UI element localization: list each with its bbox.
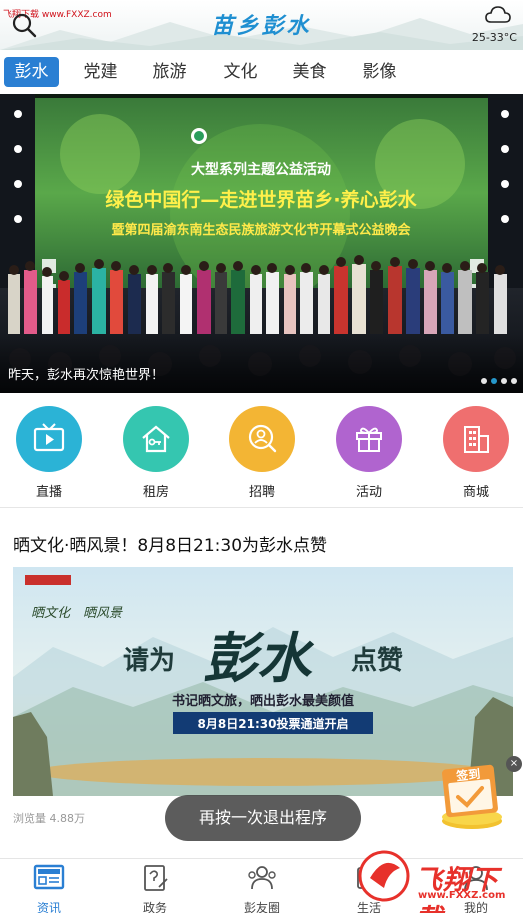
- carousel-dot-active[interactable]: [491, 378, 497, 384]
- image-text-please: 请为: [123, 646, 175, 676]
- exit-toast: 再按一次退出程序: [165, 795, 361, 841]
- section-divider: [0, 507, 523, 508]
- person-search-icon: [229, 406, 295, 472]
- quick-link-label: 活动: [355, 485, 382, 500]
- sign-in-label: 签到: [455, 766, 481, 784]
- carousel-dot[interactable]: [511, 378, 517, 384]
- image-vote-banner: 8月8日21:30投票通道开启: [198, 716, 349, 731]
- tv-icon: [16, 406, 82, 472]
- stage-text-3: 暨第四届渝东南生态民族旅游文化节开幕式公益晚会: [111, 222, 411, 238]
- quick-link-label: 直播: [35, 485, 62, 500]
- quick-links: 直播 租房 招聘 活动 商城: [0, 394, 523, 502]
- carousel-dot[interactable]: [481, 378, 487, 384]
- gift-icon: [336, 406, 402, 472]
- article-title[interactable]: 晒文化·晒风景！8月8日21:30为彭水点赞: [13, 531, 327, 556]
- category-tabs: 彭水 党建 旅游 文化 美食 影像: [0, 50, 523, 92]
- tab-food[interactable]: 美食: [282, 57, 337, 87]
- nav-friends-circle[interactable]: 彭友圈: [227, 863, 297, 913]
- quick-link-live[interactable]: 直播: [4, 406, 94, 500]
- watermark-url: www.FXXZ.com: [418, 890, 506, 901]
- image-text-culture: 晒文化: [31, 605, 72, 621]
- sign-in-calendar-icon[interactable]: 签到: [436, 757, 516, 833]
- nav-news[interactable]: 资讯: [14, 863, 84, 913]
- document-edit-icon: [144, 865, 168, 891]
- nav-label: 资讯: [36, 901, 61, 913]
- stage-text-1: 大型系列主题公益活动: [191, 161, 331, 178]
- quick-link-mall[interactable]: 商城: [431, 406, 521, 500]
- temperature-label: 25-33°C: [471, 31, 517, 44]
- quick-link-jobs[interactable]: 招聘: [217, 406, 307, 500]
- carousel-dots: [477, 369, 517, 384]
- quick-link-label: 招聘: [248, 485, 275, 500]
- house-key-icon: [123, 406, 189, 472]
- app-title: 苗乡彭水: [211, 13, 312, 39]
- image-text-pengshui: 彭水: [203, 626, 315, 690]
- tab-party[interactable]: 党建: [73, 57, 128, 87]
- cloud-icon: [485, 6, 511, 23]
- nav-label: 彭友圈: [243, 901, 280, 913]
- tab-images[interactable]: 影像: [352, 57, 407, 87]
- tab-pengshui[interactable]: 彭水: [4, 57, 59, 87]
- quick-link-label: 商城: [462, 485, 489, 500]
- nav-government[interactable]: 政务: [120, 863, 190, 913]
- stage-text-2: 绿色中国行—走进世界苗乡·养心彭水: [105, 188, 417, 211]
- banner-photo: 大型系列主题公益活动 绿色中国行—走进世界苗乡·养心彭水 暨第四届渝东南生态民族…: [0, 94, 523, 393]
- news-icon: [33, 864, 65, 890]
- banner-caption: 昨天，彭水再次惊艳世界！: [8, 368, 165, 383]
- image-text-like: 点赞: [351, 645, 403, 676]
- image-text-scenery: 晒风景: [83, 606, 123, 621]
- tab-culture[interactable]: 文化: [213, 57, 268, 87]
- view-count: 浏览量 4.88万: [13, 812, 85, 825]
- tab-travel[interactable]: 旅游: [142, 57, 197, 87]
- quick-link-label: 租房: [142, 485, 169, 500]
- watermark-text-large: 飞翔下载: [415, 865, 499, 913]
- image-subtitle: 书记晒文旅，晒出彭水最美颜值: [172, 693, 354, 709]
- building-icon: [443, 406, 509, 472]
- carousel-dot[interactable]: [501, 378, 507, 384]
- people-icon: [248, 866, 276, 890]
- close-icon[interactable]: ×: [506, 756, 522, 772]
- quick-link-events[interactable]: 活动: [324, 406, 414, 500]
- banner-carousel[interactable]: 大型系列主题公益活动 绿色中国行—走进世界苗乡·养心彭水 暨第四届渝东南生态民族…: [0, 94, 523, 393]
- app-screen: 飞翔下载 www.FXXZ.com 苗乡彭水 25-33°C 彭水 党建 旅游 …: [0, 0, 523, 913]
- nav-label: 政务: [142, 901, 167, 913]
- quick-link-rent[interactable]: 租房: [111, 406, 201, 500]
- app-header: 飞翔下载 www.FXXZ.com 苗乡彭水 25-33°C: [0, 0, 523, 50]
